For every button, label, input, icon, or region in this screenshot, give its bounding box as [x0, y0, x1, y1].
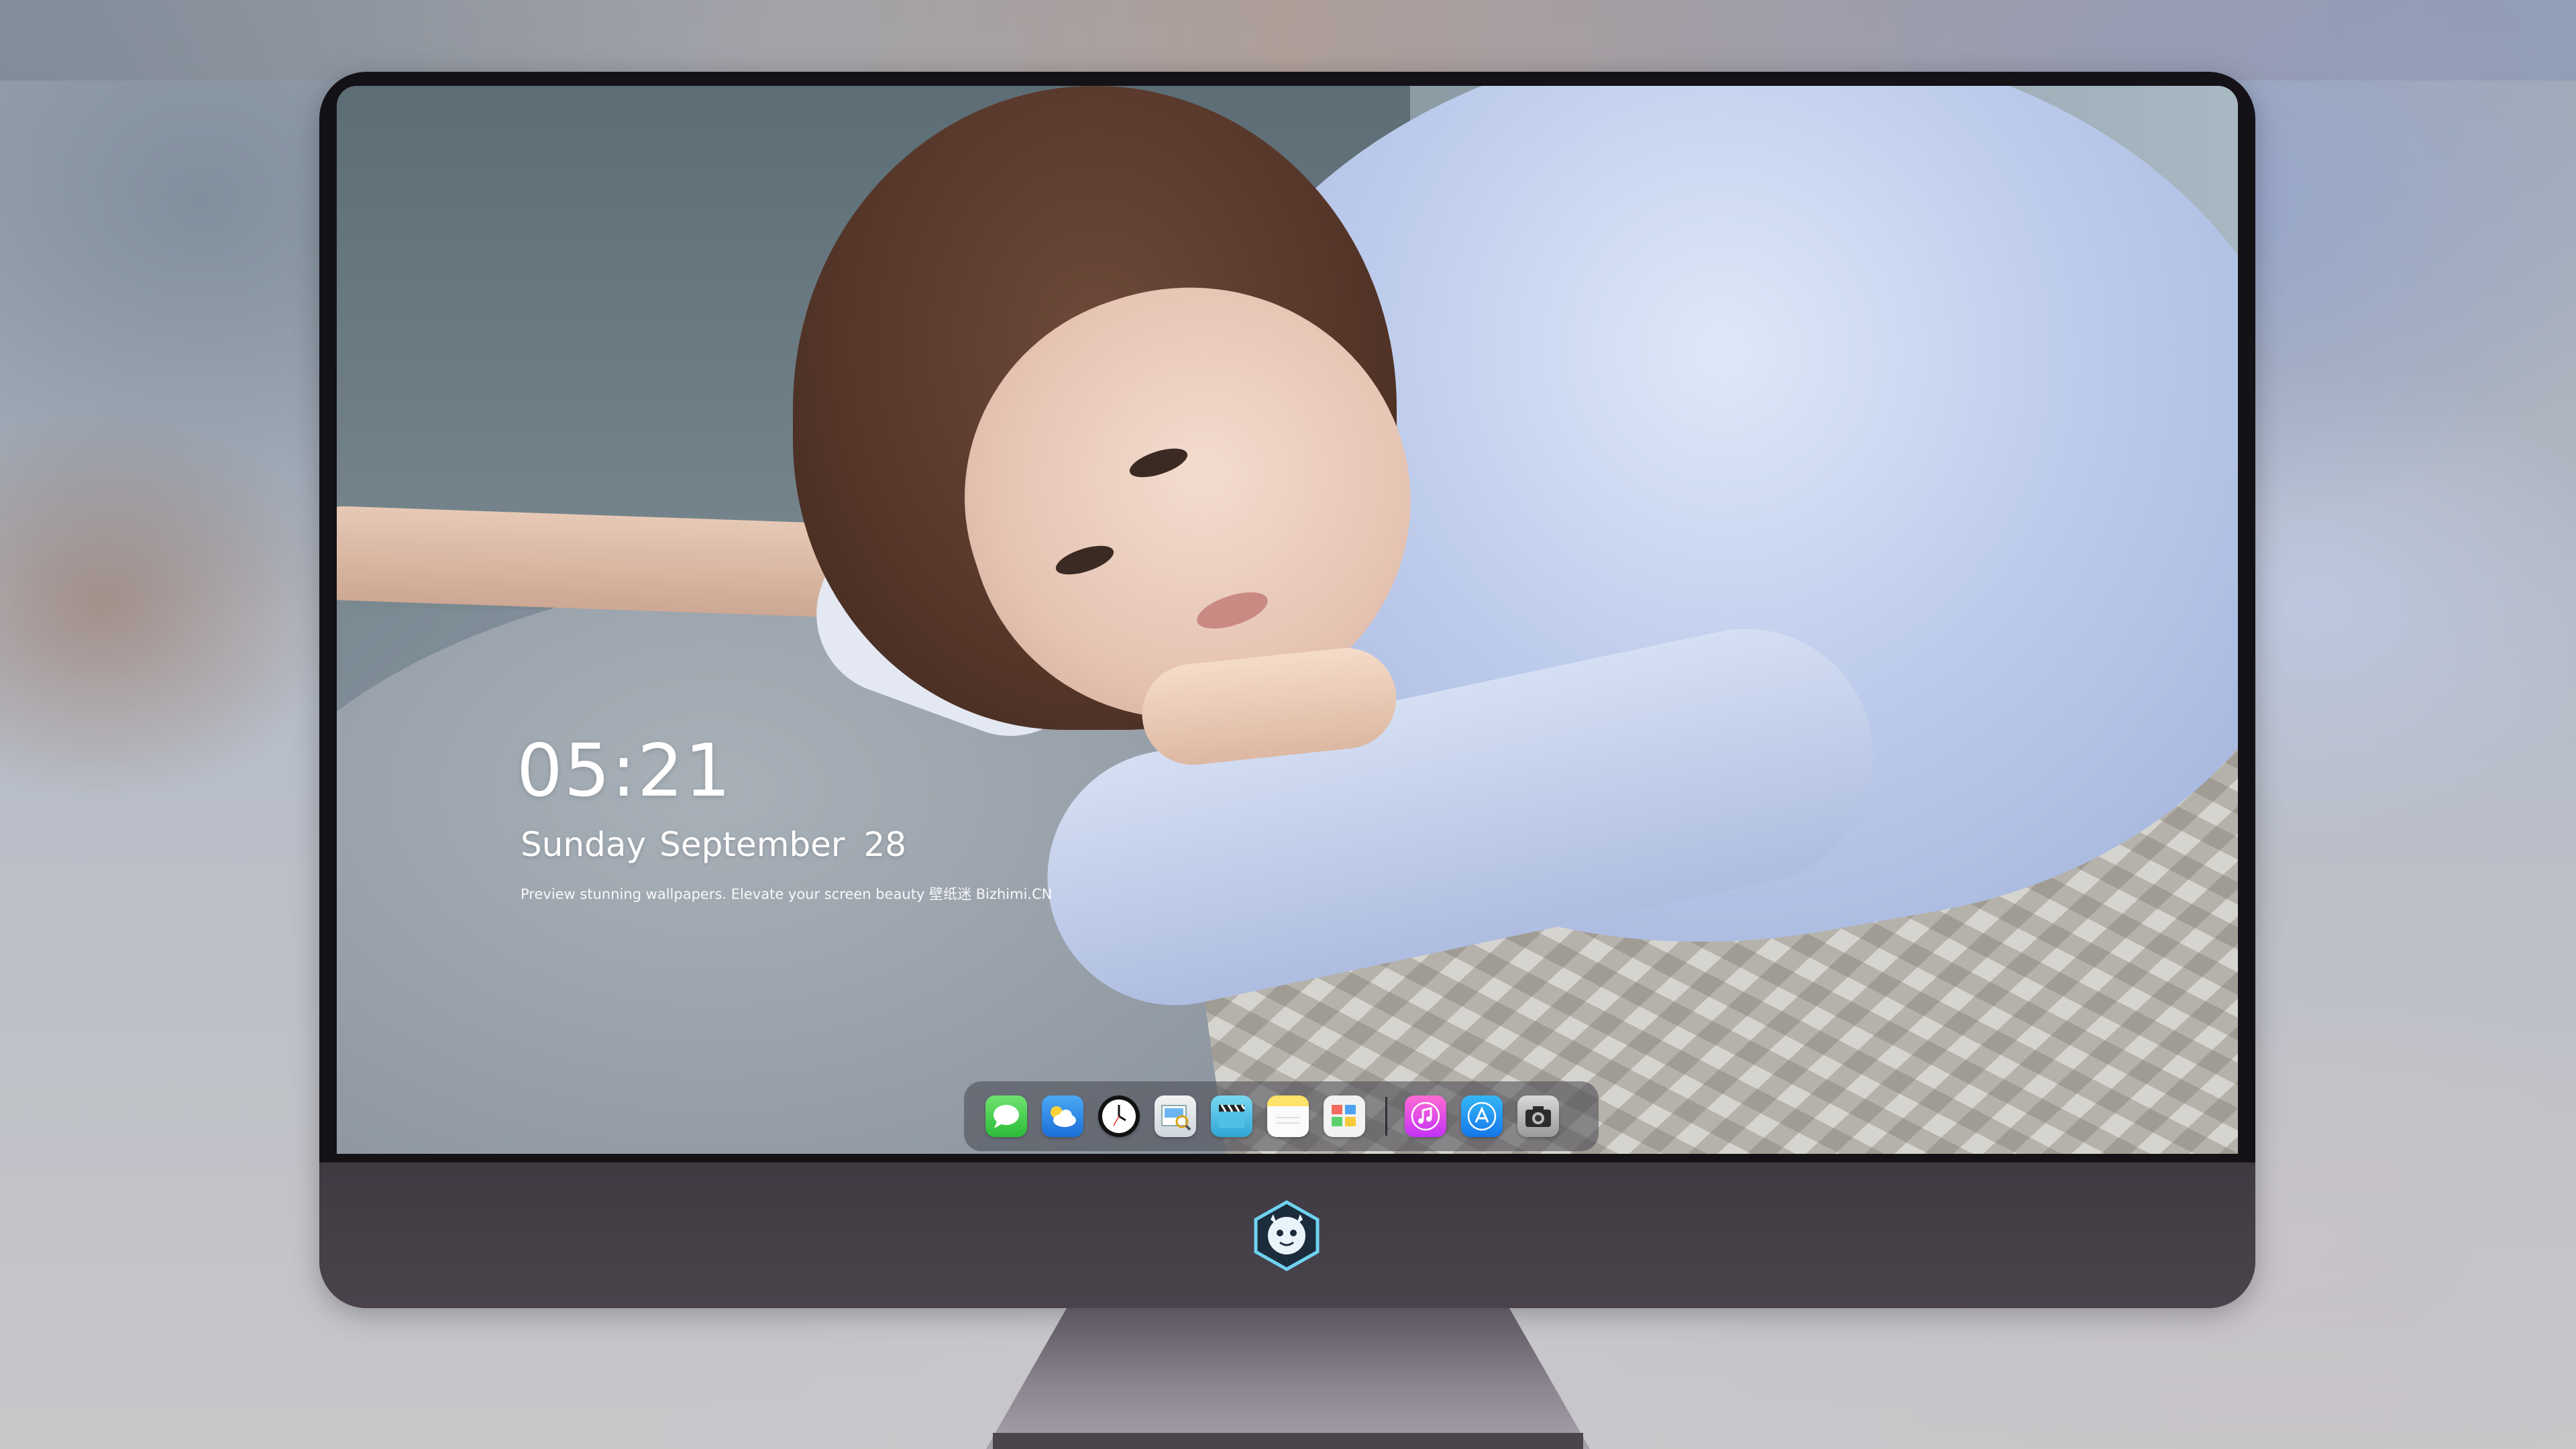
- monitor-stand-base: [993, 1433, 1583, 1449]
- notes-lines-glyph: [1277, 1117, 1299, 1124]
- clock-face-glyph: [1102, 1099, 1136, 1133]
- camera-icon[interactable]: [1517, 1095, 1559, 1137]
- lockscreen-day: 28: [863, 825, 907, 864]
- background-top-blur: [0, 0, 2576, 80]
- clock-icon[interactable]: [1098, 1095, 1140, 1137]
- music-icon[interactable]: [1405, 1095, 1446, 1137]
- app-store-glyph: [1467, 1102, 1497, 1131]
- music-note-glyph: [1411, 1102, 1440, 1131]
- messages-icon[interactable]: [985, 1095, 1027, 1137]
- lockscreen-month: September: [659, 825, 845, 864]
- preview-glyph: [1161, 1105, 1191, 1131]
- lockscreen-time: 05:21: [517, 729, 733, 813]
- clapperboard-icon[interactable]: [1211, 1095, 1252, 1137]
- clapperboard-glyph: [1219, 1104, 1246, 1128]
- dock: [964, 1081, 1599, 1151]
- lockscreen-tagline: Preview stunning wallpapers. Elevate you…: [521, 886, 1053, 902]
- lockscreen-date: Sunday September 28: [521, 824, 906, 865]
- mascot-logo-icon: [1250, 1199, 1323, 1272]
- photos-icon[interactable]: [1324, 1095, 1365, 1137]
- mascot-logo-glyph: [1254, 1200, 1320, 1271]
- notes-icon[interactable]: [1267, 1095, 1309, 1137]
- monitor-stand: [986, 1308, 1590, 1449]
- messages-bubble-glyph: [994, 1105, 1019, 1128]
- weather-cloud-glyph: [1051, 1106, 1076, 1127]
- monitor-screen: [337, 86, 2238, 1154]
- camera-glyph: [1525, 1106, 1551, 1127]
- preview-icon[interactable]: [1155, 1095, 1196, 1137]
- dock-separator: [1385, 1097, 1387, 1136]
- lockscreen-weekday: Sunday: [521, 825, 647, 864]
- photos-grid-glyph: [1332, 1105, 1356, 1126]
- app-store-icon[interactable]: [1461, 1095, 1503, 1137]
- weather-icon[interactable]: [1042, 1095, 1083, 1137]
